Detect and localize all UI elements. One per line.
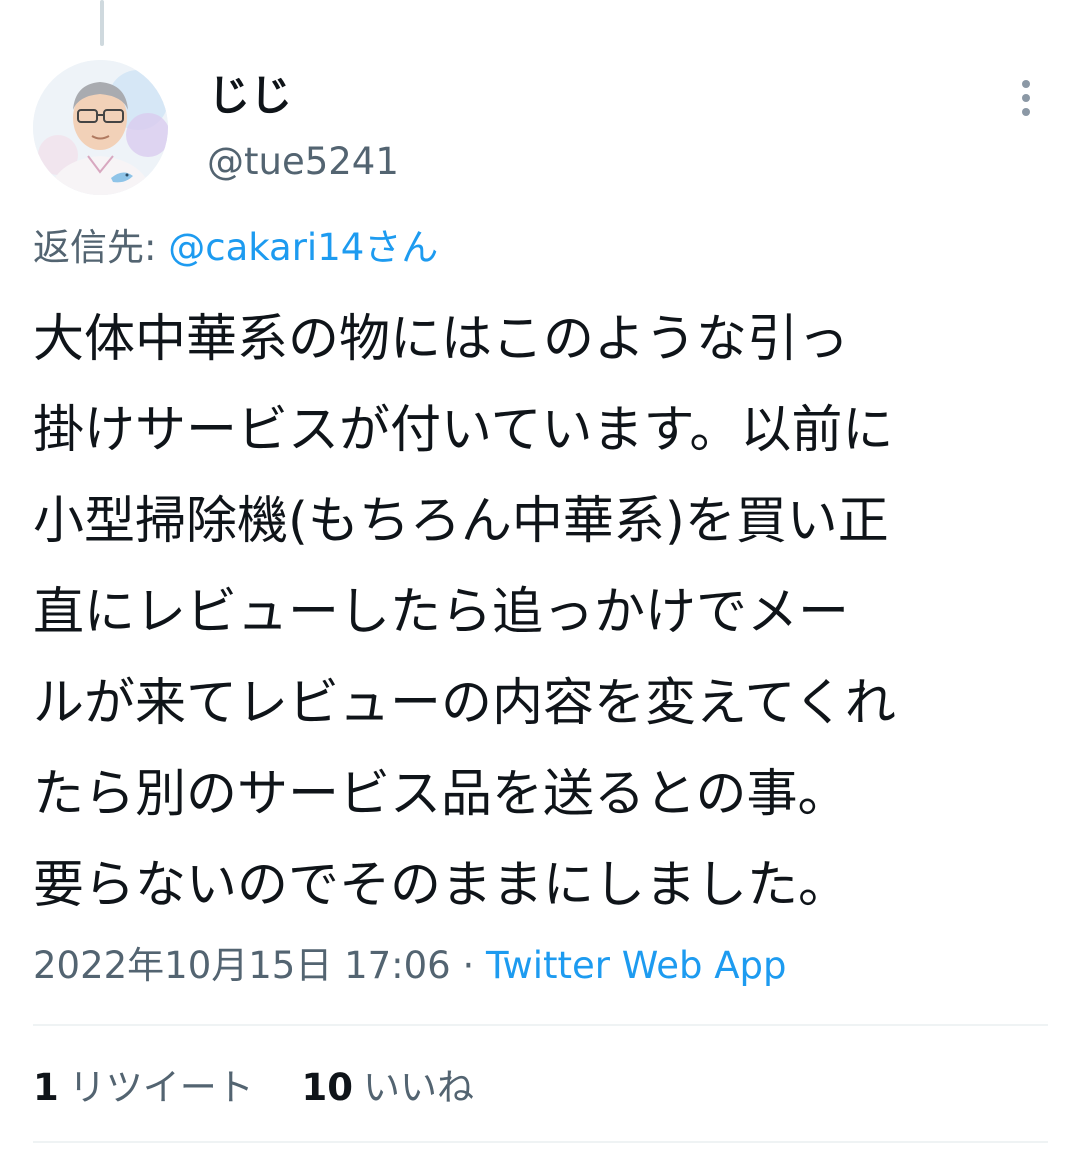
reply-to-label: 返信先: <box>33 226 169 269</box>
tweet-text-line: 掛けサービスが付いています。以前に <box>33 401 894 460</box>
reply-to-mention-link[interactable]: @cakari14さん <box>168 226 438 269</box>
more-vertical-icon <box>1022 94 1030 102</box>
divider <box>33 1024 1048 1026</box>
likes-stat[interactable]: 10 いいね <box>302 1062 475 1114</box>
avatar[interactable] <box>33 60 168 195</box>
reply-to-line: 返信先: @cakari14さん <box>33 222 438 274</box>
meta-separator: · <box>450 944 487 987</box>
retweets-count: 1 <box>33 1066 59 1109</box>
likes-label: いいね <box>363 1066 475 1109</box>
tweet-meta: 2022年10月15日 17:06 · Twitter Web App <box>33 940 787 992</box>
more-vertical-icon <box>1022 80 1030 88</box>
thread-connector-line <box>100 0 104 46</box>
tweet-text-line: ルが来てレビューの内容を変えてくれ <box>33 674 896 733</box>
tweet-text-line: 直にレビューしたら追っかけでメー <box>33 583 850 642</box>
tweet-source-link[interactable]: Twitter Web App <box>486 944 786 987</box>
tweet-text-line: たら別のサービス品を送るとの事。 <box>33 765 849 824</box>
divider <box>33 1141 1048 1143</box>
likes-count: 10 <box>301 1066 354 1109</box>
tweet-text: 大体中華系の物にはこのような引っ 掛けサービスが付いています。以前に 小型掃除機… <box>33 294 1053 931</box>
tweet-timestamp[interactable]: 2022年10月15日 17:06 <box>33 944 451 987</box>
more-vertical-icon <box>1022 108 1030 116</box>
avatar-illustration-icon <box>33 60 168 195</box>
tweet-text-line: 大体中華系の物にはこのような引っ <box>33 310 850 369</box>
author-handle[interactable]: @tue5241 <box>207 138 399 186</box>
retweets-stat[interactable]: 1 リツイート <box>33 1062 254 1114</box>
retweets-label: リツイート <box>68 1066 254 1109</box>
tweet-text-line: 要らないのでそのままにしました。 <box>33 856 850 915</box>
more-options-button[interactable] <box>1006 70 1046 126</box>
tweet-text-line: 小型掃除機(もちろん中華系)を買い正 <box>33 492 889 551</box>
tweet-detail: じじ @tue5241 返信先: @cakari14さん 大体中華系の物にはこの… <box>0 0 1080 1158</box>
tweet-stats: 1 リツイート 10 いいね <box>33 1062 510 1114</box>
author-display-name[interactable]: じじ <box>208 70 292 122</box>
